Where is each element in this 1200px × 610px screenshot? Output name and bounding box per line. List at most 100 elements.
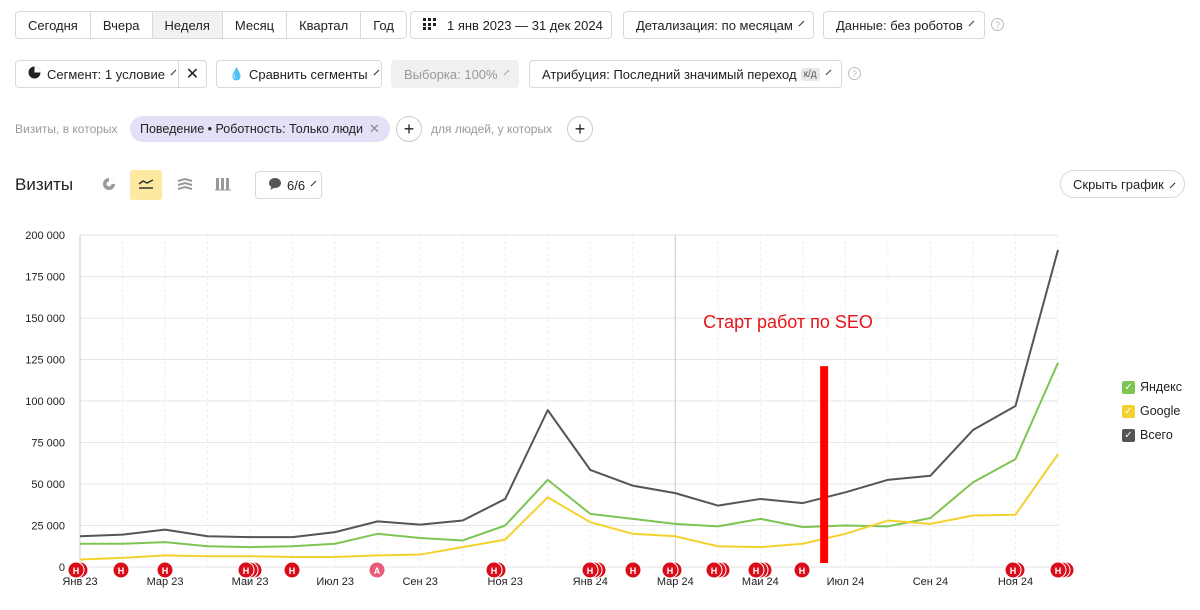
attribution-dropdown[interactable]: Атрибуция: Последний значимый переход к/… bbox=[529, 60, 842, 88]
help-icon[interactable]: ? bbox=[848, 67, 861, 80]
legend-item[interactable]: ✓ Всего bbox=[1122, 428, 1173, 442]
period-button[interactable]: Год bbox=[361, 12, 406, 38]
bar-chart-icon bbox=[215, 177, 231, 194]
note-marker-letter: A bbox=[374, 566, 381, 576]
attribution-badge: к/д bbox=[800, 67, 820, 81]
note-marker-letter: Н bbox=[711, 566, 718, 576]
visits-chart: 0 25 000 50 000 75 000 100 000 125 000 150 000… bbox=[0, 220, 1200, 610]
legend-label: Google bbox=[1140, 404, 1181, 418]
pie-chart-view-button[interactable] bbox=[93, 170, 125, 200]
line-chart-icon bbox=[138, 178, 154, 193]
area-chart-icon bbox=[177, 177, 193, 193]
area-chart-view-button[interactable] bbox=[169, 170, 201, 200]
note-marker-letter: Н bbox=[799, 566, 806, 576]
people-filter-label: для людей, у которых bbox=[431, 122, 553, 136]
note-marker-letter: Н bbox=[162, 566, 169, 576]
x-tick-label: Июл 23 bbox=[316, 576, 354, 588]
seo-annotation: Старт работ по SEO bbox=[703, 312, 873, 332]
period-selector: Сегодня Вчера Неделя Месяц Квартал Год bbox=[15, 11, 407, 39]
detail-dropdown[interactable]: Детализация: по месяцам bbox=[623, 11, 814, 39]
add-visit-condition-button[interactable]: + bbox=[396, 116, 422, 142]
sample-dropdown[interactable]: Выборка: 100% bbox=[391, 60, 519, 88]
series-line bbox=[79, 453, 1059, 561]
x-tick-label: Сен 24 bbox=[913, 576, 948, 588]
bar-chart-view-button[interactable] bbox=[207, 170, 239, 200]
y-tick-label: 125 000 bbox=[25, 355, 65, 367]
chevron-down-icon bbox=[825, 69, 832, 75]
y-tick-label: 100 000 bbox=[25, 396, 65, 408]
hide-chart-label: Скрыть график bbox=[1073, 176, 1164, 192]
notes-dropdown[interactable]: 6/6 bbox=[255, 171, 322, 199]
chevron-down-icon bbox=[798, 20, 805, 26]
filter-chip[interactable]: Поведение • Роботность: Только люди ✕ bbox=[130, 116, 390, 142]
add-people-condition-button[interactable]: + bbox=[567, 116, 593, 142]
x-tick-label: Июл 24 bbox=[827, 576, 865, 588]
clear-segment-button[interactable]: ✕ bbox=[178, 60, 207, 88]
note-marker-letter: Н bbox=[289, 566, 296, 576]
close-icon: ✕ bbox=[185, 66, 200, 83]
y-tick-label: 200 000 bbox=[25, 230, 65, 242]
line-chart: 0 25 000 50 000 75 000 100 000 125 000 150 000… bbox=[25, 230, 1075, 588]
chevron-up-icon bbox=[1169, 182, 1176, 189]
y-tick-label: 0 bbox=[59, 562, 65, 574]
segment-label: Сегмент: 1 условие bbox=[47, 66, 165, 82]
attribution-label: Атрибуция: Последний значимый переход bbox=[542, 66, 797, 82]
chevron-down-icon bbox=[968, 20, 975, 26]
notes-counter: 6/6 bbox=[287, 177, 306, 193]
compare-label: Сравнить сегменты bbox=[248, 66, 368, 82]
note-marker-letter: Н bbox=[1010, 566, 1017, 576]
note-marker-letter: Н bbox=[1055, 566, 1062, 576]
segment-dropdown[interactable]: Сегмент: 1 условие bbox=[15, 60, 179, 88]
hide-chart-button[interactable]: Скрыть график bbox=[1060, 170, 1185, 198]
chevron-down-icon bbox=[503, 69, 509, 75]
data-filter-dropdown[interactable]: Данные: без роботов bbox=[823, 11, 985, 39]
sample-label: Выборка: 100% bbox=[404, 66, 498, 82]
period-button[interactable]: Месяц bbox=[223, 12, 288, 38]
series-line bbox=[80, 362, 1059, 549]
date-range-label: 1 янв 2023 — 31 дек 2024 bbox=[447, 17, 603, 33]
note-marker-letter: Н bbox=[587, 566, 594, 576]
chevron-down-icon bbox=[170, 69, 177, 75]
legend-label: Всего bbox=[1140, 428, 1173, 442]
y-tick-label: 25 000 bbox=[31, 521, 65, 533]
compare-segments-dropdown[interactable]: 💧 Сравнить сегменты bbox=[216, 60, 382, 88]
legend-item[interactable]: ✓ Google bbox=[1122, 404, 1180, 418]
y-tick-label: 75 000 bbox=[31, 438, 65, 450]
visits-filter-label: Визиты, в которых bbox=[15, 122, 118, 136]
pie-chart-icon bbox=[102, 177, 116, 194]
plus-icon: + bbox=[403, 118, 415, 139]
checkbox-icon[interactable]: ✓ bbox=[1122, 428, 1135, 442]
note-marker-letter: Н bbox=[118, 566, 125, 576]
y-tick-label: 50 000 bbox=[31, 479, 65, 491]
legend-label: Яндекс bbox=[1140, 380, 1183, 394]
filter-chip-label: Поведение • Роботность: Только люди bbox=[140, 122, 363, 136]
pie-icon bbox=[28, 66, 41, 82]
plus-icon: + bbox=[574, 118, 586, 139]
date-range-button[interactable]: 1 янв 2023 — 31 дек 2024 bbox=[410, 11, 612, 39]
report-title: Визиты bbox=[15, 175, 74, 194]
note-marker-letter: Н bbox=[243, 566, 250, 576]
note-marker-letter: Н bbox=[491, 566, 498, 576]
period-button[interactable]: Квартал bbox=[287, 12, 362, 38]
line-chart-view-button[interactable] bbox=[130, 170, 162, 200]
close-icon[interactable]: ✕ bbox=[369, 121, 380, 137]
series-line bbox=[79, 249, 1059, 539]
drops-icon: 💧 bbox=[229, 67, 244, 81]
checkbox-icon[interactable]: ✓ bbox=[1122, 404, 1135, 418]
note-marker-letter: Н bbox=[667, 566, 674, 576]
data-filter-label: Данные: без роботов bbox=[836, 17, 963, 33]
y-tick-label: 175 000 bbox=[25, 272, 65, 284]
checkbox-icon[interactable]: ✓ bbox=[1122, 380, 1135, 394]
chevron-down-icon bbox=[310, 180, 317, 186]
period-button[interactable]: Сегодня bbox=[16, 12, 91, 38]
note-marker-letter: Н bbox=[73, 566, 80, 576]
detail-label: Детализация: по месяцам bbox=[636, 17, 793, 33]
calendar-icon bbox=[423, 17, 437, 33]
period-button[interactable]: Неделя bbox=[152, 12, 223, 38]
period-button[interactable]: Вчера bbox=[91, 12, 153, 38]
note-marker-letter: Н bbox=[753, 566, 760, 576]
comment-icon bbox=[268, 177, 282, 194]
note-marker-letter: Н bbox=[630, 566, 637, 576]
legend-item[interactable]: ✓ Яндекс bbox=[1122, 380, 1182, 394]
help-icon[interactable]: ? bbox=[991, 18, 1004, 31]
